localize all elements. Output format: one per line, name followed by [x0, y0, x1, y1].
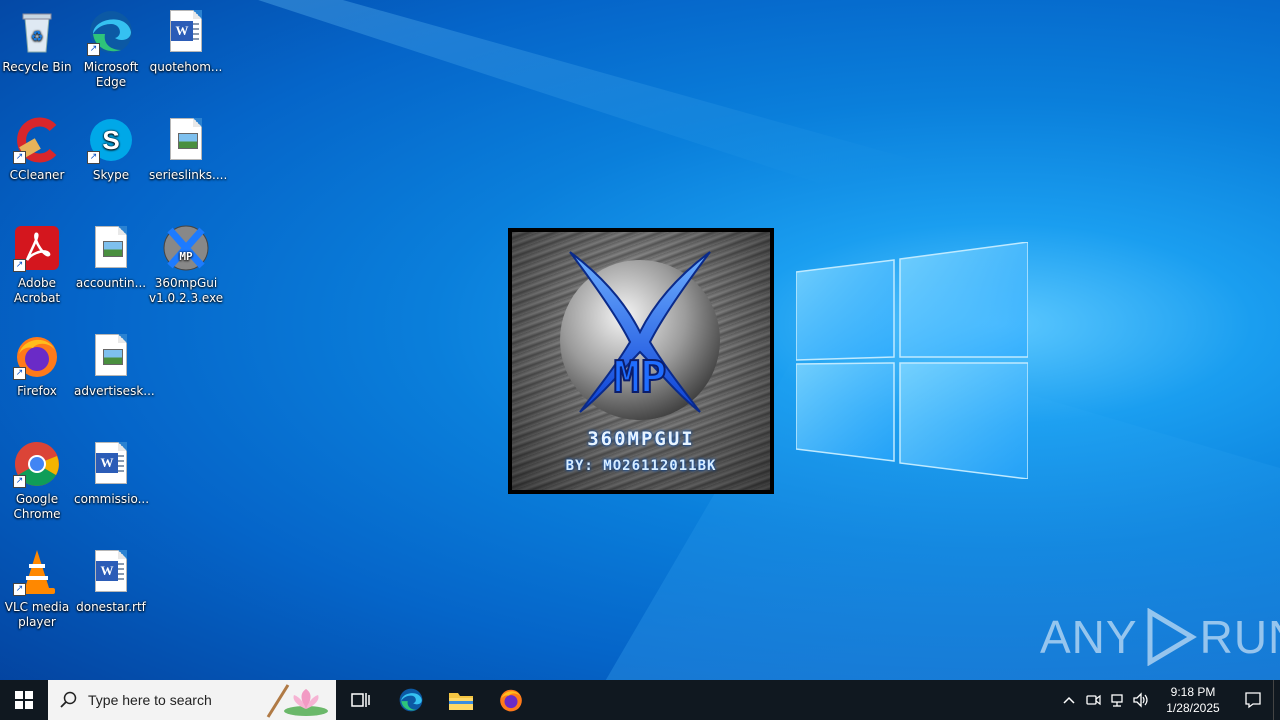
word-document-icon: W — [170, 10, 202, 52]
file-explorer-folder-icon — [449, 693, 473, 710]
svg-text:S: S — [102, 125, 119, 155]
desktop-icon-label: VLC media player — [4, 600, 70, 629]
tray-network-button[interactable] — [1105, 680, 1129, 720]
desktop-icon-commission-doc[interactable]: W commissio... — [74, 440, 150, 507]
action-center-button[interactable] — [1233, 680, 1273, 720]
taskbar-firefox-button[interactable] — [486, 680, 536, 720]
meet-now-icon — [1086, 694, 1101, 706]
search-highlight-lotus-icon — [266, 684, 328, 718]
show-desktop-button[interactable] — [1273, 680, 1280, 720]
desktop-icon-label: 360mpGui v1.0.2.3.exe — [149, 276, 224, 305]
clock-time: 9:18 PM — [1170, 685, 1216, 699]
splash-author: BY: MO26112011BK — [565, 458, 717, 474]
search-icon — [60, 691, 77, 708]
desktop-icon-ccleaner[interactable]: ↗ CCleaner — [0, 116, 74, 183]
windows-wallpaper-logo — [796, 242, 1028, 479]
desktop-icon-label: Google Chrome — [13, 492, 61, 521]
desktop-icon-advertise-file[interactable]: advertisesk... — [74, 332, 155, 399]
svg-text:MP: MP — [179, 250, 193, 263]
tray-volume-button[interactable] — [1129, 680, 1153, 720]
taskbar-edge-button[interactable] — [386, 680, 436, 720]
image-file-icon — [170, 118, 202, 160]
start-button[interactable] — [0, 680, 48, 720]
task-view-icon — [351, 693, 370, 707]
task-view-button[interactable] — [336, 680, 386, 720]
recycle-bin-icon: ♻ — [22, 13, 52, 53]
splash-logo-letters: MP — [614, 352, 667, 403]
taskbar-clock[interactable]: 9:18 PM 1/28/2025 — [1153, 684, 1233, 716]
shortcut-arrow-icon: ↗ — [13, 367, 26, 380]
shortcut-arrow-icon: ↗ — [13, 475, 26, 488]
taskbar-search-box[interactable]: Type here to search — [48, 680, 336, 720]
speaker-volume-icon — [1133, 692, 1148, 708]
clock-date: 1/28/2025 — [1166, 701, 1220, 715]
word-document-icon: W — [95, 550, 127, 592]
chevron-up-icon — [1063, 696, 1075, 704]
splash-title: 360MPGUI — [587, 428, 695, 450]
desktop-icon-label: Firefox — [17, 384, 57, 398]
desktop-icon-label: advertisesk... — [74, 384, 155, 398]
play-triangle-icon — [1147, 608, 1197, 666]
shortcut-arrow-icon: ↗ — [87, 151, 100, 164]
desktop-icon-skype[interactable]: S ↗ Skype — [74, 116, 148, 183]
desktop-icon-recycle-bin[interactable]: ♻ Recycle Bin — [0, 8, 74, 75]
desktop-icon-label: serieslinks.... — [149, 168, 228, 182]
watermark-text-any: ANY — [1040, 611, 1138, 663]
desktop-icon-adobe-acrobat[interactable]: ↗ Adobe Acrobat — [0, 224, 74, 306]
network-icon — [1111, 694, 1123, 707]
desktop-icon-quotehom-doc[interactable]: W quotehom... — [149, 8, 223, 75]
desktop-icon-label: Adobe Acrobat — [13, 276, 61, 305]
desktop-icon-360mpgui-exe[interactable]: MP 360mpGui v1.0.2.3.exe — [149, 224, 223, 306]
shortcut-arrow-icon: ↗ — [13, 151, 26, 164]
360mpgui-app-icon: MP — [163, 225, 209, 271]
tray-meet-now-button[interactable] — [1081, 680, 1105, 720]
desktop-icon-label: Recycle Bin — [2, 60, 72, 74]
desktop-icon-accounting-file[interactable]: accountin... — [74, 224, 148, 291]
desktop-icon-vlc[interactable]: ↗ VLC media player — [0, 548, 74, 630]
desktop-icon-label: Microsoft Edge — [83, 60, 139, 89]
windows-start-icon — [15, 691, 33, 709]
desktop-icon-google-chrome[interactable]: ↗ Google Chrome — [0, 440, 74, 522]
desktop-icon-label: CCleaner — [9, 168, 65, 182]
360mpgui-splash-window: MP 360MPGUI BY: MO26112011BK — [508, 228, 774, 494]
svg-text:♻: ♻ — [31, 29, 44, 45]
desktop-icon-label: accountin... — [75, 276, 147, 290]
splash-brushed-metal-background: MP 360MPGUI BY: MO26112011BK — [512, 232, 770, 490]
edge-icon — [399, 688, 423, 712]
image-file-icon — [95, 334, 127, 376]
shortcut-arrow-icon: ↗ — [13, 583, 26, 596]
word-document-icon: W — [95, 442, 127, 484]
desktop-icon-serieslinks-file[interactable]: serieslinks.... — [149, 116, 228, 183]
search-placeholder: Type here to search — [88, 692, 212, 708]
taskbar: Type here to search 9:18 PM 1/28/2025 — [0, 680, 1280, 720]
desktop-icon-label: commissio... — [74, 492, 150, 506]
notification-icon — [1245, 692, 1261, 709]
desktop-icon-microsoft-edge[interactable]: ↗ Microsoft Edge — [74, 8, 148, 90]
show-hidden-icons-button[interactable] — [1057, 680, 1081, 720]
xbox-mp-logo-icon: MP — [560, 251, 720, 420]
firefox-icon — [500, 689, 522, 712]
desktop-icon-label: donestar.rtf — [76, 600, 146, 614]
desktop-icon-label: Skype — [92, 168, 130, 182]
image-file-icon — [95, 226, 127, 268]
watermark-text-run: RUN — [1199, 611, 1280, 663]
anyrun-watermark: ANY RUN — [1040, 608, 1280, 666]
desktop-icon-donestar-rtf[interactable]: W donestar.rtf — [74, 548, 148, 615]
desktop-icon-firefox[interactable]: ↗ Firefox — [0, 332, 74, 399]
shortcut-arrow-icon: ↗ — [13, 259, 26, 272]
taskbar-file-explorer-button[interactable] — [436, 680, 486, 720]
system-tray: 9:18 PM 1/28/2025 — [1057, 680, 1280, 720]
desktop-icon-label: quotehom... — [149, 60, 223, 74]
shortcut-arrow-icon: ↗ — [87, 43, 100, 56]
